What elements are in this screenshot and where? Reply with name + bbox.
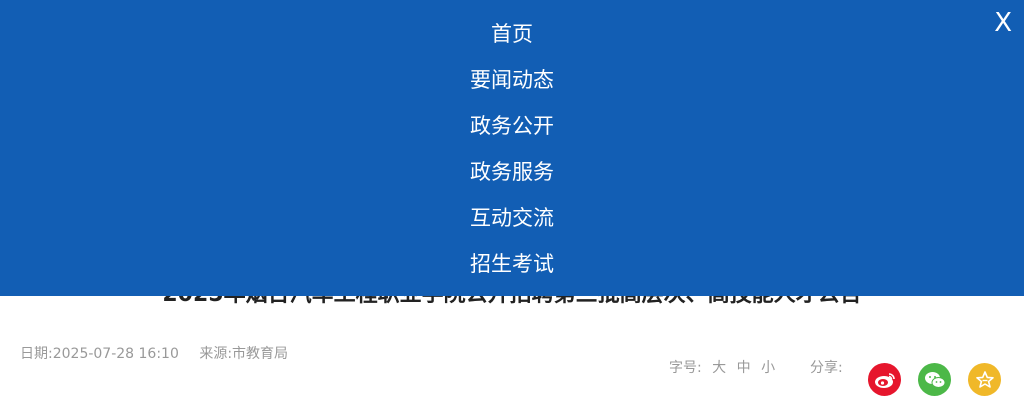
wechat-icon <box>924 371 945 388</box>
nav-menu-list: 首页 要闻动态 政务公开 政务服务 互动交流 招生考试 <box>0 11 1024 287</box>
font-size-large[interactable]: 大 <box>712 360 726 376</box>
menu-item-5[interactable]: 招生考试 <box>0 241 1024 287</box>
weibo-share-button[interactable] <box>868 363 901 396</box>
menu-item-2[interactable]: 政务公开 <box>0 103 1024 149</box>
article-meta: 日期:2025-07-28 16:10 来源:市教育局 <box>20 343 304 363</box>
menu-item-4[interactable]: 互动交流 <box>0 195 1024 241</box>
nav-menu-overlay: 首页 要闻动态 政务公开 政务服务 互动交流 招生考试 X <box>0 0 1024 296</box>
font-size-control: 字号: 大 中 小 <box>669 357 775 377</box>
article-source: 来源:市教育局 <box>199 346 289 362</box>
close-menu-button[interactable]: X <box>994 8 1012 38</box>
font-size-small[interactable]: 小 <box>761 360 775 376</box>
favorite-icon <box>975 370 994 388</box>
share-label: 分享: <box>810 360 843 376</box>
menu-item-1[interactable]: 要闻动态 <box>0 57 1024 103</box>
font-size-medium[interactable]: 中 <box>737 360 751 376</box>
favorite-share-button[interactable] <box>968 363 1001 396</box>
wechat-share-button[interactable] <box>918 363 951 396</box>
article-date: 日期:2025-07-28 16:10 <box>20 346 179 362</box>
weibo-icon <box>874 372 895 388</box>
menu-item-3[interactable]: 政务服务 <box>0 149 1024 195</box>
font-size-label: 字号: <box>669 360 702 376</box>
menu-item-0[interactable]: 首页 <box>0 11 1024 57</box>
